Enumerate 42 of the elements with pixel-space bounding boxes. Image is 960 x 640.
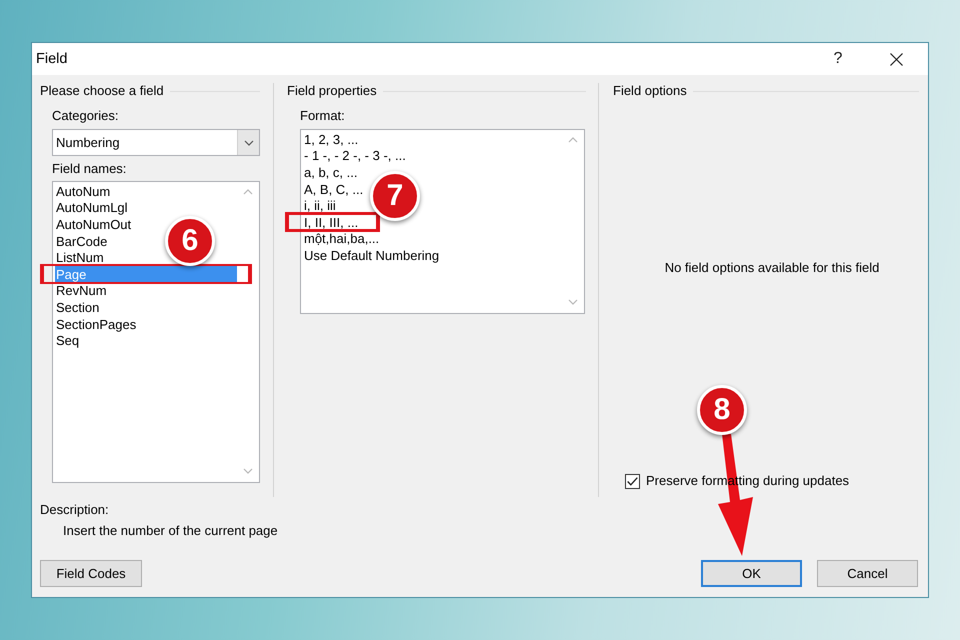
- list-item[interactable]: AutoNumLgl: [55, 201, 128, 214]
- list-item[interactable]: 1, 2, 3, ...: [303, 132, 358, 146]
- close-icon: [890, 52, 902, 66]
- dropdown-arrow-button[interactable]: [237, 130, 259, 155]
- list-item[interactable]: A, B, C, ...: [303, 182, 364, 196]
- list-item[interactable]: a, b, c, ...: [303, 166, 358, 179]
- list-item[interactable]: AutoNumOut: [55, 218, 132, 231]
- dialog-button[interactable]: Field Codes: [40, 560, 142, 587]
- ok-button[interactable]: OK: [701, 560, 802, 587]
- field-label: Categories:: [52, 108, 118, 124]
- field-label: Format:: [300, 108, 345, 124]
- list-item[interactable]: ListNum: [55, 251, 104, 264]
- preserve-formatting-checkbox[interactable]: [625, 474, 640, 488]
- checkmark-icon: [627, 476, 638, 486]
- list-item[interactable]: Seq: [55, 334, 80, 348]
- group-title: Please choose a field: [40, 83, 164, 99]
- categories-dropdown[interactable]: Numbering: [52, 129, 260, 156]
- chevron-down-icon: [244, 140, 254, 146]
- scroll-up-icon[interactable]: [243, 189, 253, 195]
- dialog-button[interactable]: Cancel: [817, 560, 918, 587]
- list-item[interactable]: i, ii, iii: [303, 199, 336, 212]
- scroll-up-icon[interactable]: [568, 137, 578, 143]
- list-item[interactable]: BarCode: [55, 234, 108, 248]
- info-message: No field options available for this field: [664, 260, 880, 276]
- group-title: Field options: [613, 83, 687, 99]
- window-title: Field: [36, 51, 68, 67]
- list-item[interactable]: - 1 -, - 2 -, - 3 -, ...: [303, 149, 406, 162]
- list-item[interactable]: một,hai,ba,...: [303, 232, 380, 246]
- step-badge: 8: [697, 385, 747, 435]
- scroll-down-icon[interactable]: [243, 468, 253, 474]
- list-item[interactable]: AutoNum: [55, 184, 110, 198]
- list-item[interactable]: Use Default Numbering: [303, 248, 440, 262]
- list-item[interactable]: Section: [55, 300, 100, 314]
- description-text: Insert the number of the current page: [63, 523, 278, 539]
- field-label: Field names:: [52, 161, 126, 177]
- scroll-down-icon[interactable]: [568, 299, 578, 305]
- list-item[interactable]: RevNum: [55, 284, 107, 298]
- help-button[interactable]: ?: [815, 43, 861, 75]
- group-title: Field properties: [287, 83, 377, 99]
- list-item[interactable]: I, II, III, ...: [303, 216, 358, 229]
- list-item[interactable]: SectionPages: [55, 318, 136, 331]
- description-label: Description:: [40, 502, 109, 518]
